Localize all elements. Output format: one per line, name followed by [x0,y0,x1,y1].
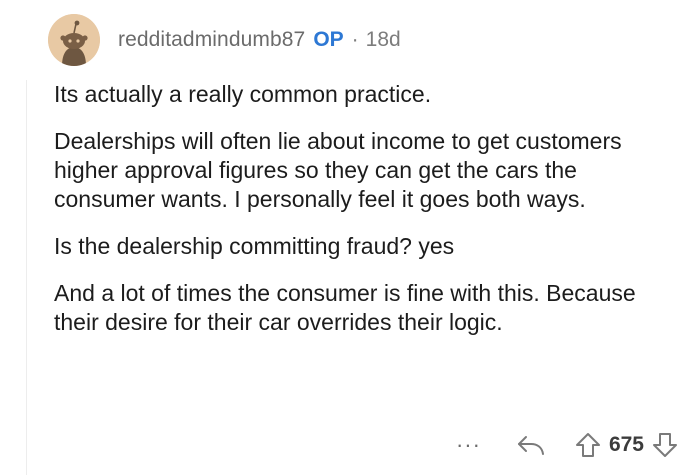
reply-arrow-icon [517,436,544,455]
upvote-button[interactable] [575,432,601,458]
comment-body: Its actually a really common practice. D… [54,80,684,355]
comment-header: redditadmindumb87 OP · 18d [48,14,401,66]
reply-button[interactable] [517,434,545,456]
upvote-arrow-icon [575,433,600,457]
thread-line[interactable] [26,80,27,475]
op-badge: OP [313,28,344,51]
comment-author[interactable]: redditadmindumb87 [118,28,305,52]
meta-separator: · [351,28,359,51]
avatar[interactable] [48,14,100,66]
comment-age[interactable]: 18d [366,28,401,52]
comment-paragraph: Dealerships will often lie about income … [54,128,622,212]
comment-paragraph: Its actually a really common practice. [54,81,432,107]
comment: redditadmindumb87 OP · 18d Its actually … [0,0,700,475]
comment-paragraph: And a lot of times the consumer is fine … [54,280,636,335]
more-options-button[interactable]: ··· [456,434,481,456]
vote-score: 675 [608,433,644,456]
snoo-avatar-icon [48,14,100,66]
comment-paragraph: Is the dealership committing fraud? yes [54,233,455,259]
downvote-button[interactable] [652,432,678,458]
comment-actions: ··· 675 [456,430,678,460]
downvote-arrow-icon [653,433,677,457]
